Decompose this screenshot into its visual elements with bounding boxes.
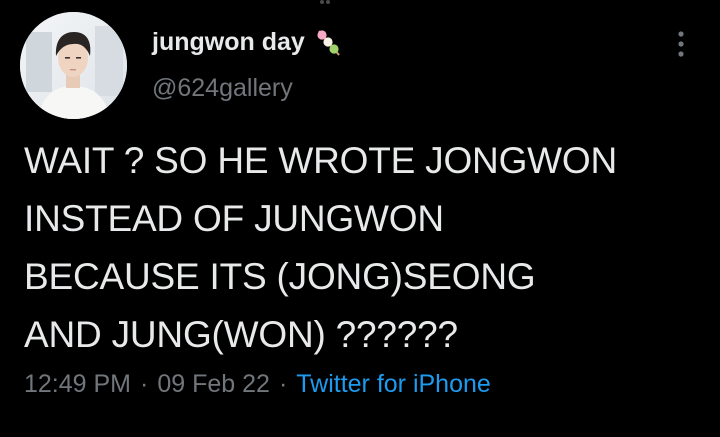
tweet-date[interactable]: 09 Feb 22 [157, 370, 270, 399]
more-options-button[interactable] [664, 24, 698, 64]
tweet-source-link[interactable]: Twitter for iPhone [296, 370, 491, 399]
avatar-image [20, 12, 127, 119]
author-display-name[interactable]: jungwon day [152, 27, 343, 57]
dango-icon [317, 30, 340, 56]
cropped-emoji-icon [320, 0, 330, 4]
avatar[interactable] [20, 12, 127, 119]
more-vertical-icon [678, 31, 684, 57]
display-name-text: jungwon day [152, 27, 305, 56]
tweet-card: jungwon day @624gallery WAIT ? SO HE WRO… [0, 0, 720, 437]
meta-separator: · [278, 370, 288, 398]
tweet-time[interactable]: 12:49 PM [24, 370, 131, 399]
tweet-text: WAIT ? SO HE WROTE JONGWON INSTEAD OF JU… [24, 140, 617, 355]
meta-separator: · [140, 370, 149, 398]
author-handle[interactable]: @624gallery [152, 74, 293, 103]
tweet-meta: 12:49 PM · 09 Feb 22 · Twitter for iPhon… [24, 370, 491, 399]
